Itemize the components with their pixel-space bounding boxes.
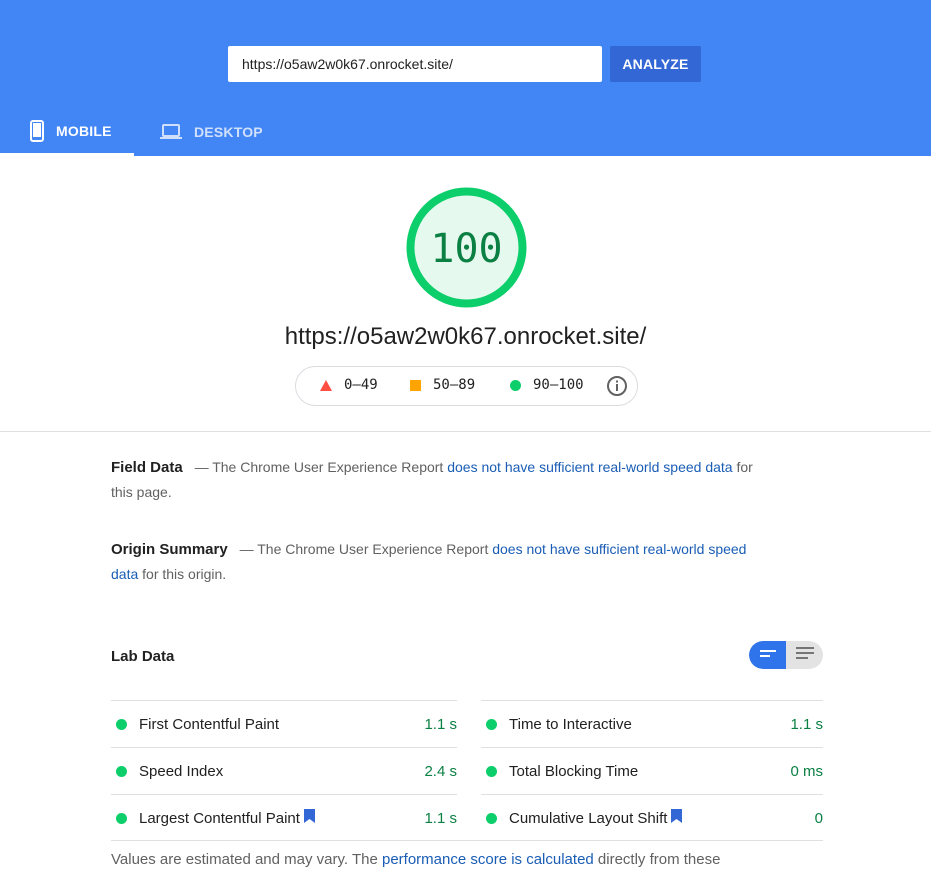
tab-mobile[interactable]: MOBILE — [0, 108, 134, 156]
metric-value: 2.4 s — [424, 762, 457, 780]
origin-summary-text-after: for this origin. — [142, 566, 227, 582]
header-bar: ANALYZE MOBILE DESKTOP — [0, 0, 931, 156]
score-gauge: 100 — [406, 187, 527, 308]
metric-speed-index: Speed Index 2.4 s — [111, 747, 457, 794]
metrics-view-toggle[interactable] — [749, 641, 823, 669]
metric-value: 0 ms — [790, 762, 823, 780]
expanded-view-icon — [795, 646, 814, 664]
metric-name-text: Time to Interactive — [509, 715, 632, 733]
metric-time-to-interactive: Time to Interactive 1.1 s — [481, 700, 823, 747]
pass-dot-icon — [116, 718, 127, 730]
field-data-link[interactable]: does not have sufficient real-world spee… — [447, 459, 732, 475]
metric-first-contentful-paint: First Contentful Paint 1.1 s — [111, 700, 457, 747]
pass-dot-icon — [116, 765, 127, 777]
legend-low-label: 0–49 — [344, 377, 378, 393]
score-value: 100 — [430, 226, 502, 272]
metric-value: 1.1 s — [424, 715, 457, 733]
footer-note: Values are estimated and may vary. The p… — [111, 851, 720, 868]
pass-dot-icon — [486, 765, 497, 777]
tab-mobile-label: MOBILE — [56, 122, 112, 139]
legend-high: 90–100 — [510, 377, 584, 393]
field-data-section: Field Data — The Chrome User Experience … — [111, 455, 756, 505]
metric-name: Total Blocking Time — [509, 763, 790, 780]
metric-largest-contentful-paint: Largest Contentful Paint 1.1 s — [111, 794, 457, 841]
legend-mid-label: 50–89 — [433, 377, 476, 393]
bookmark-icon — [671, 809, 683, 827]
legend-high-label: 90–100 — [533, 377, 584, 393]
metric-cumulative-layout-shift: Cumulative Layout Shift 0 — [481, 794, 823, 841]
metric-value: 1.1 s — [424, 809, 457, 827]
legend-low: 0–49 — [320, 377, 378, 393]
metrics-divider — [111, 840, 823, 841]
metric-name: First Contentful Paint — [139, 716, 424, 733]
compact-view-icon — [759, 646, 776, 664]
mobile-icon — [30, 119, 44, 142]
metric-name-text: Total Blocking Time — [509, 762, 639, 780]
metric-total-blocking-time: Total Blocking Time 0 ms — [481, 747, 823, 794]
legend-mid: 50–89 — [410, 377, 475, 393]
field-data-dash: — — [194, 459, 209, 475]
lab-data-title: Lab Data — [111, 648, 175, 665]
origin-summary-dash: — — [239, 541, 254, 557]
origin-summary-section: Origin Summary — The Chrome User Experie… — [111, 537, 756, 587]
metric-value: 1.1 s — [790, 715, 823, 733]
url-input[interactable] — [228, 46, 602, 82]
metric-name-text: Cumulative Layout Shift — [509, 809, 668, 827]
square-icon — [410, 379, 421, 391]
metric-name: Time to Interactive — [509, 716, 790, 733]
metric-name-text: First Contentful Paint — [139, 715, 280, 733]
analyze-button[interactable]: ANALYZE — [610, 46, 701, 82]
field-data-text: The Chrome User Experience Report — [212, 459, 444, 475]
tab-desktop[interactable]: DESKTOP — [160, 108, 280, 156]
pass-dot-icon — [486, 812, 497, 824]
desktop-icon — [160, 124, 182, 140]
pass-dot-icon — [116, 812, 127, 824]
pass-dot-icon — [486, 718, 497, 730]
expanded-view-button[interactable] — [786, 641, 823, 669]
performance-score-link[interactable]: performance score is calculated — [382, 851, 594, 868]
metric-name: Largest Contentful Paint — [139, 809, 424, 827]
tab-desktop-label: DESKTOP — [194, 124, 263, 140]
metric-value: 0 — [814, 809, 823, 827]
metric-name-text: Largest Contentful Paint — [139, 809, 300, 827]
info-icon[interactable] — [606, 375, 628, 401]
footer-text-before: Values are estimated and may vary. The — [111, 851, 378, 868]
circle-icon — [510, 379, 521, 391]
bookmark-icon — [303, 809, 315, 827]
metric-name-text: Speed Index — [139, 762, 224, 780]
metric-name: Cumulative Layout Shift — [509, 809, 815, 827]
footer-text-after: directly from these — [597, 851, 721, 868]
origin-summary-text: The Chrome User Experience Report — [257, 541, 489, 557]
origin-summary-title: Origin Summary — [111, 541, 228, 558]
score-url: https://o5aw2w0k67.onrocket.site/ — [284, 323, 647, 350]
score-legend: 0–49 50–89 90–100 — [295, 366, 638, 406]
triangle-icon — [320, 379, 332, 391]
compact-view-button[interactable] — [749, 641, 786, 669]
metric-name: Speed Index — [139, 763, 424, 780]
field-data-title: Field Data — [111, 459, 183, 476]
